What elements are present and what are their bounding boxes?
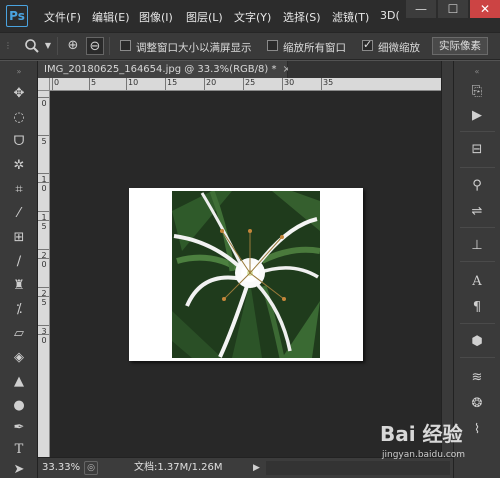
document-tab[interactable]: IMG_20180625_164654.jpg @ 33.3%(RGB/8) *… xyxy=(38,61,291,78)
lasso-tool-icon[interactable]: ᗜ xyxy=(9,133,29,151)
type-tool-icon[interactable]: T xyxy=(9,441,29,459)
divider xyxy=(109,37,110,55)
3d-panel-icon[interactable]: ⬢ xyxy=(466,333,488,351)
divider xyxy=(460,261,495,262)
menu-bar: Ps 文件(F) 编辑(E) 图像(I) 图层(L) 文字(Y) 选择(S) 滤… xyxy=(0,0,500,32)
tool-preset-chevron-icon[interactable]: ▼ xyxy=(44,37,52,55)
menu-filter[interactable]: 滤镜(T) xyxy=(332,9,369,25)
resize-window-label: 调整窗口大小以满屏显示 xyxy=(136,42,252,54)
crop-tool-icon[interactable]: ⌗ xyxy=(9,181,29,199)
ruler-tick: 5 xyxy=(88,78,97,90)
ruler-tick: 0 xyxy=(38,258,49,269)
maximize-button[interactable]: ☐ xyxy=(438,0,468,18)
actions-panel-icon[interactable]: ▶ xyxy=(466,107,488,125)
zoom-out-icon[interactable]: ⊖ xyxy=(86,37,104,55)
paint-bucket-tool-icon[interactable]: ◈ xyxy=(9,349,29,367)
menu-file[interactable]: 文件(F) xyxy=(44,9,81,25)
clone-stamp-tool-icon[interactable]: ♜ xyxy=(9,277,29,295)
horizontal-ruler[interactable]: 0 5 10 15 20 25 30 35 xyxy=(50,78,441,91)
ruler-tick: 35 xyxy=(320,78,334,90)
divider xyxy=(460,323,495,324)
move-tool-icon[interactable]: ✥ xyxy=(9,85,29,103)
path-selection-tool-icon[interactable]: ➤ xyxy=(9,461,29,478)
tab-strip xyxy=(288,61,441,78)
zoom-all-windows-label: 缩放所有窗口 xyxy=(283,42,346,54)
grip-icon: ⋮ xyxy=(4,41,12,50)
canvas-area[interactable] xyxy=(50,91,441,457)
zoom-all-windows-checkbox[interactable] xyxy=(267,40,278,51)
close-button[interactable]: ✕ xyxy=(470,0,500,18)
ruler-tick: 20 xyxy=(203,78,217,90)
watermark-logo: Bai 经验 xyxy=(380,422,463,446)
divider xyxy=(460,167,495,168)
character-panel-icon[interactable]: A xyxy=(466,273,488,291)
document-canvas[interactable] xyxy=(129,188,363,361)
paragraph-panel-icon[interactable]: ¶ xyxy=(466,299,488,317)
history-panel-icon[interactable]: ⎘ xyxy=(466,83,488,101)
watermark: Bai 经验 jingyan.baidu.com xyxy=(360,418,496,474)
zoom-level-field[interactable]: 33.33% xyxy=(42,461,80,475)
divider xyxy=(57,37,58,55)
ruler-tick: 5 xyxy=(38,296,49,307)
scrubby-zoom-label: 细微缩放 xyxy=(378,42,420,54)
ruler-tick: 0 xyxy=(38,97,49,108)
eraser-tool-icon[interactable]: ▱ xyxy=(9,325,29,343)
options-bar: ⋮ ▼ ⊕ ⊖ 调整窗口大小以满屏显示 缩放所有窗口 细微缩放 实际像素 xyxy=(0,32,500,60)
ruler-tick: 25 xyxy=(242,78,256,90)
divider xyxy=(460,131,495,132)
vertical-ruler[interactable]: 0 5 1 0 1 5 2 0 2 5 3 0 xyxy=(38,91,50,457)
minimize-button[interactable]: — xyxy=(406,0,436,18)
tools-panel: » ✥ ◌ ᗜ ✲ ⌗ ⁄ ⊞ ∕ ♜ ⁒ ▱ ◈ ▲ ● ✒ T ➤ xyxy=(0,61,38,478)
vertical-scrollbar[interactable] xyxy=(441,61,453,457)
dock-collapse-icon[interactable]: « xyxy=(466,63,488,81)
zoom-tool-icon[interactable] xyxy=(22,37,42,55)
channels-panel-icon[interactable]: ❂ xyxy=(466,395,488,413)
blur-tool-icon[interactable]: ▲ xyxy=(9,373,29,391)
clone-source-icon[interactable]: ⊥ xyxy=(466,237,488,255)
menu-3d[interactable]: 3D( xyxy=(380,9,400,22)
healing-brush-tool-icon[interactable]: ⊞ xyxy=(9,229,29,247)
watermark-url: jingyan.baidu.com xyxy=(382,450,466,460)
marquee-tool-icon[interactable]: ◌ xyxy=(9,109,29,127)
ruler-tick: 0 xyxy=(51,78,60,90)
panel-collapse-icon[interactable]: » xyxy=(9,63,29,81)
divider xyxy=(460,227,495,228)
panel-dock: « ⎘ ▶ ⊟ ⚲ ⇌ ⊥ A ¶ ⬢ ≋ ❂ ⌇ xyxy=(453,61,500,478)
document-info: 文档:1.37M/1.26M xyxy=(134,462,223,473)
status-menu-arrow-icon[interactable]: ▶ xyxy=(253,462,263,474)
menu-type[interactable]: 文字(Y) xyxy=(234,9,271,25)
pen-tool-icon[interactable]: ✒ xyxy=(9,419,29,437)
ruler-tick: 5 xyxy=(38,220,49,231)
resize-window-checkbox[interactable] xyxy=(120,40,131,51)
brush-presets-icon[interactable]: ⚲ xyxy=(466,177,488,195)
zoom-in-icon[interactable]: ⊕ xyxy=(64,37,82,55)
ruler-tick: 5 xyxy=(38,135,49,146)
eyedropper-tool-icon[interactable]: ⁄ xyxy=(9,205,29,223)
ruler-tick: 0 xyxy=(38,334,49,345)
magic-wand-tool-icon[interactable]: ✲ xyxy=(9,157,29,175)
adjustments-panel-icon[interactable]: ⇌ xyxy=(466,203,488,221)
menu-image[interactable]: 图像(I) xyxy=(139,9,173,25)
layers-panel-icon[interactable]: ≋ xyxy=(466,369,488,387)
ruler-origin[interactable] xyxy=(38,78,50,91)
menu-edit[interactable]: 编辑(E) xyxy=(92,9,130,25)
ruler-tick: 30 xyxy=(281,78,295,90)
menu-select[interactable]: 选择(S) xyxy=(283,9,321,25)
divider xyxy=(460,357,495,358)
document-title: IMG_20180625_164654.jpg @ 33.3%(RGB/8) * xyxy=(44,64,277,75)
history-brush-tool-icon[interactable]: ⁒ xyxy=(9,301,29,319)
brush-tool-icon[interactable]: ∕ xyxy=(9,253,29,271)
ruler-tick: 15 xyxy=(164,78,178,90)
menu-layer[interactable]: 图层(L) xyxy=(186,9,223,25)
actual-pixels-button[interactable]: 实际像素 xyxy=(432,37,488,55)
ruler-tick: 0 xyxy=(38,182,49,193)
flower-photo xyxy=(172,191,320,358)
scrubby-zoom-checkbox[interactable] xyxy=(362,38,373,51)
doc-status-icon[interactable]: ◎ xyxy=(84,461,98,475)
ruler-tick: 10 xyxy=(125,78,139,90)
app-logo: Ps xyxy=(6,5,28,27)
dodge-tool-icon[interactable]: ● xyxy=(9,397,29,415)
properties-panel-icon[interactable]: ⊟ xyxy=(466,141,488,159)
